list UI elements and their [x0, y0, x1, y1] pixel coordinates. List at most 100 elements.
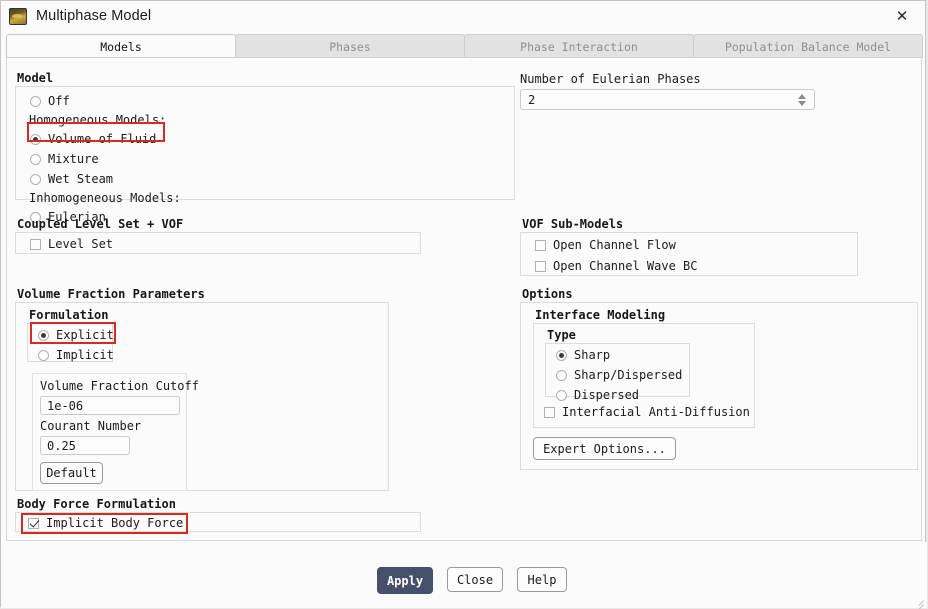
checkbox-level-set[interactable]: Level Set	[30, 236, 420, 253]
radio-explicit-indicator	[38, 330, 49, 341]
radio-wet-steam-label: Wet Steam	[48, 172, 114, 186]
model-group-box: Off Homogeneous Models: Volume of Fluid …	[15, 86, 515, 224]
model-group: Model Off Homogeneous Models: Volume of …	[15, 71, 515, 224]
dialog-footer: Apply Close Help CFD之道	[1, 542, 927, 609]
page-title: Multiphase Model	[36, 8, 152, 24]
tab-population-balance-model[interactable]: Population Balance Model	[693, 34, 923, 58]
radio-dispersed-indicator	[556, 390, 567, 401]
checkbox-open-channel-flow-label: Open Channel Flow	[553, 238, 676, 252]
formulation-label: Formulation	[29, 308, 109, 322]
coupled-level-set-label: Coupled Level Set + VOF	[17, 217, 184, 231]
volume-fraction-parameters-box: Formulation Explicit Implicit Volume Fra…	[15, 302, 389, 491]
tab-models[interactable]: Models	[6, 34, 236, 58]
interface-type-group: Type Sharp Sharp/Dispersed Dispersed	[545, 328, 690, 402]
checkbox-open-channel-flow[interactable]: Open Channel Flow	[535, 237, 857, 254]
checkbox-interfacial-anti-diffusion-label: Interfacial Anti-Diffusion	[562, 405, 750, 419]
checkbox-open-channel-flow-indicator	[535, 240, 546, 251]
coupled-level-set-group: Coupled Level Set + VOF Level Set	[15, 217, 421, 254]
checkbox-open-channel-wave-bc[interactable]: Open Channel Wave BC	[535, 258, 857, 275]
checkbox-interfacial-anti-diffusion[interactable]: Interfacial Anti-Diffusion	[544, 404, 750, 421]
radio-sharp-dispersed-label: Sharp/Dispersed	[574, 368, 683, 382]
tab-bar: Models Phases Phase Interaction Populati…	[6, 34, 923, 58]
checkbox-implicit-body-force[interactable]: Implicit Body Force	[28, 515, 420, 532]
body-force-formulation-label: Body Force Formulation	[17, 497, 176, 511]
vof-submodels-group: VOF Sub-Models Open Channel Flow Open Ch…	[520, 217, 858, 276]
checkbox-implicit-body-force-indicator	[28, 518, 39, 529]
radio-sharp-dispersed-indicator	[556, 370, 567, 381]
default-button[interactable]: Default	[40, 462, 103, 484]
chevron-up-icon[interactable]	[798, 93, 806, 99]
interface-modeling-label: Interface Modeling	[535, 308, 666, 322]
fluent-app-icon	[9, 7, 27, 25]
radio-off[interactable]: Off	[30, 93, 514, 110]
radio-implicit[interactable]: Implicit	[38, 347, 114, 364]
eulerian-phases-value: 2	[528, 92, 536, 107]
apply-button[interactable]: Apply	[377, 567, 433, 594]
options-group-label: Options	[522, 287, 573, 301]
radio-sharp[interactable]: Sharp	[556, 347, 689, 364]
volume-fraction-cutoff-input[interactable]: 1e-06	[40, 396, 180, 415]
courant-number-input[interactable]: 0.25	[40, 436, 130, 455]
radio-explicit[interactable]: Explicit	[38, 327, 114, 344]
radio-implicit-indicator	[38, 350, 49, 361]
radio-dispersed[interactable]: Dispersed	[556, 387, 689, 404]
chevron-down-icon[interactable]	[798, 100, 806, 106]
inhomogeneous-models-heading: Inhomogeneous Models:	[29, 191, 181, 205]
tab-phase-interaction[interactable]: Phase Interaction	[464, 34, 694, 58]
screen: Multiphase Model ✕ Models Phases Phase I…	[0, 0, 928, 609]
courant-number-label: Courant Number	[40, 419, 142, 433]
radio-volume-of-fluid[interactable]: Volume of Fluid	[30, 131, 514, 148]
help-button[interactable]: Help	[517, 567, 567, 592]
radio-mixture-indicator	[30, 154, 41, 165]
radio-mixture[interactable]: Mixture	[30, 151, 514, 168]
eulerian-phases-label: Number of Eulerian Phases	[520, 72, 701, 86]
radio-volume-of-fluid-label: Volume of Fluid	[48, 132, 157, 146]
options-group-box: Interface Modeling Type Sharp Sharp/Disp…	[520, 302, 918, 470]
formulation-box: Explicit Implicit	[27, 323, 114, 364]
radio-sharp-dispersed[interactable]: Sharp/Dispersed	[556, 367, 689, 384]
volume-fraction-cutoff-label: Volume Fraction Cutoff	[40, 379, 199, 393]
title-bar: Multiphase Model ✕	[1, 1, 925, 31]
close-icon[interactable]: ✕	[879, 1, 925, 31]
multiphase-model-dialog: Multiphase Model ✕ Models Phases Phase I…	[0, 0, 927, 609]
volume-fraction-parameters-group: Volume Fraction Parameters Formulation E…	[15, 287, 389, 491]
volume-fraction-inputs-box: Volume Fraction Cutoff 1e-06 Courant Num…	[32, 373, 199, 491]
radio-sharp-label: Sharp	[574, 348, 611, 362]
coupled-level-set-box: Level Set	[15, 232, 421, 254]
homogeneous-models-heading: Homogeneous Models:	[29, 113, 167, 127]
checkbox-open-channel-wave-bc-indicator	[535, 261, 546, 272]
body-force-formulation-group: Body Force Formulation Implicit Body For…	[15, 497, 421, 532]
interface-modeling-box: Type Sharp Sharp/Dispersed Dispersed Int…	[533, 323, 755, 428]
stepper-arrows[interactable]	[794, 90, 810, 109]
radio-volume-of-fluid-indicator	[30, 134, 41, 145]
checkbox-level-set-label: Level Set	[48, 237, 114, 251]
expert-options-button[interactable]: Expert Options...	[533, 437, 676, 460]
interface-type-box: Sharp Sharp/Dispersed Dispersed	[545, 343, 690, 402]
eulerian-phases-stepper[interactable]: 2	[520, 89, 815, 110]
radio-wet-steam[interactable]: Wet Steam	[30, 171, 514, 188]
interface-modeling-group: Interface Modeling Type Sharp Sharp/Disp…	[533, 308, 755, 428]
radio-mixture-label: Mixture	[48, 152, 99, 166]
body-force-formulation-box: Implicit Body Force	[15, 512, 421, 532]
interface-type-label: Type	[547, 328, 576, 342]
tab-phases[interactable]: Phases	[235, 34, 465, 58]
options-group: Options Interface Modeling Type Sharp Sh…	[520, 287, 918, 470]
resize-grip[interactable]	[912, 593, 924, 609]
checkbox-open-channel-wave-bc-label: Open Channel Wave BC	[553, 259, 698, 273]
checkbox-level-set-indicator	[30, 239, 41, 250]
radio-explicit-label: Explicit	[56, 328, 114, 342]
volume-fraction-parameters-label: Volume Fraction Parameters	[17, 287, 205, 301]
model-group-label: Model	[17, 71, 54, 85]
checkbox-interfacial-anti-diffusion-indicator	[544, 407, 555, 418]
vof-submodels-label: VOF Sub-Models	[522, 217, 624, 231]
radio-sharp-indicator	[556, 350, 567, 361]
radio-dispersed-label: Dispersed	[574, 388, 640, 402]
vof-submodels-box: Open Channel Flow Open Channel Wave BC	[520, 232, 858, 276]
close-button[interactable]: Close	[447, 567, 503, 592]
radio-implicit-label: Implicit	[56, 348, 114, 362]
footer-buttons: Apply Close Help	[377, 567, 567, 594]
checkbox-implicit-body-force-label: Implicit Body Force	[46, 516, 184, 530]
models-tab-panel: Model Off Homogeneous Models: Volume of …	[6, 58, 922, 541]
radio-off-indicator	[30, 96, 41, 107]
formulation-group: Formulation Explicit Implicit	[27, 308, 114, 364]
